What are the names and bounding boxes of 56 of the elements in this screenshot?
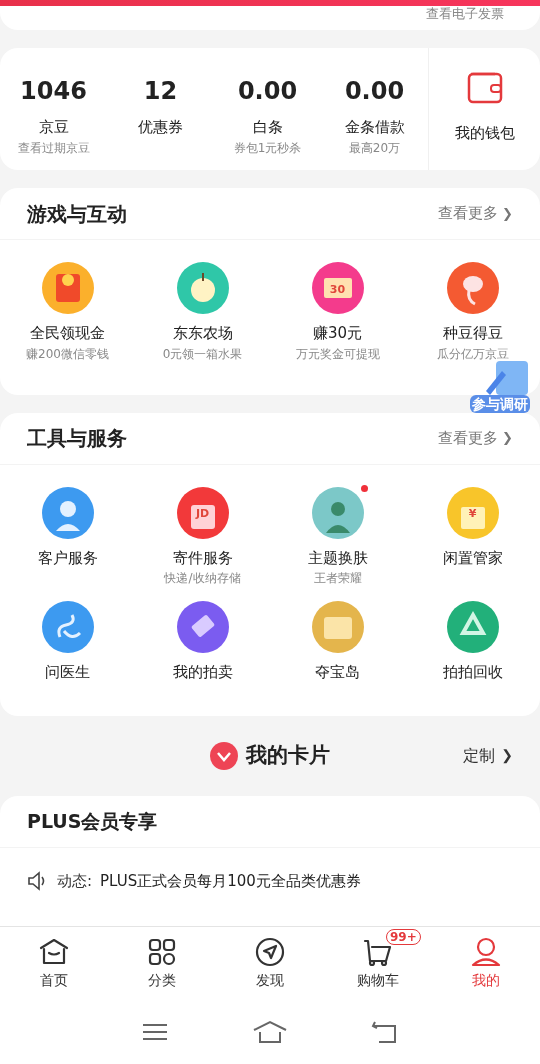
more-link[interactable]: 查看更多 ❯: [438, 202, 513, 225]
plus-title: PLUS会员专享: [27, 808, 158, 834]
item-label[interactable]: 赚30元: [312, 322, 363, 345]
item-label[interactable]: 闲置管家: [442, 546, 503, 569]
item-label[interactable]: 寄件服务: [172, 546, 233, 569]
item-subtitle: 瓜分亿万京豆: [436, 345, 509, 363]
icon-label: 30: [329, 281, 346, 298]
item-label[interactable]: 东东农场: [172, 322, 233, 345]
item-subtitle: 万元奖金可提现: [295, 345, 380, 363]
icon-label: JD: [195, 506, 210, 523]
asset-value[interactable]: 0.00: [344, 76, 405, 106]
asset-value[interactable]: 0.00: [237, 76, 298, 106]
item-label[interactable]: 问医生: [45, 661, 90, 684]
asset-label[interactable]: 白条: [252, 116, 283, 139]
section-title: 工具与服务: [27, 425, 127, 452]
more-link[interactable]: 查看更多 ❯: [438, 426, 513, 450]
asset-label[interactable]: 优惠券: [138, 116, 183, 139]
item-label[interactable]: 夺宝岛: [315, 661, 360, 684]
menu-icon[interactable]: [141, 1021, 170, 1043]
asset-subtitle: 最高20万: [348, 139, 401, 157]
back-icon[interactable]: [370, 1020, 399, 1044]
count-badge: 99+: [386, 929, 421, 945]
cards-title: 我的卡片: [246, 741, 330, 769]
asset-label[interactable]: 金条借款: [344, 116, 405, 139]
home-icon[interactable]: [252, 1020, 288, 1044]
section-title: 游戏与互动: [27, 200, 127, 228]
item-label[interactable]: 客户服务: [37, 546, 98, 569]
compass-icon: [254, 936, 286, 968]
tab[interactable]: 购物车 99+: [324, 927, 432, 1000]
grid-icon: [146, 936, 178, 968]
customize-link[interactable]: 定制 ❯: [463, 743, 513, 768]
asset-label[interactable]: 京豆: [38, 116, 69, 139]
invoice-link[interactable]: 查看电子发票: [426, 6, 504, 22]
tab[interactable]: 发现: [216, 927, 324, 1000]
tab[interactable]: 我的: [432, 927, 540, 1000]
icon-label: ¥: [468, 506, 477, 523]
item-subtitle: 赚200微信零钱: [26, 345, 109, 363]
item-label[interactable]: 全民领现金: [30, 322, 105, 345]
item-label[interactable]: 种豆得豆: [442, 322, 503, 345]
asset-subtitle: 查看过期京豆: [17, 139, 90, 157]
news-text[interactable]: PLUS正式会员每月100元全品类优惠券: [100, 869, 361, 892]
tab[interactable]: 首页: [0, 927, 108, 1000]
asset-value[interactable]: 1046: [20, 76, 87, 106]
wallet-button[interactable]: 我的钱包: [428, 48, 540, 170]
item-subtitle: 王者荣耀: [313, 570, 362, 587]
item-label[interactable]: 拍拍回收: [442, 661, 503, 684]
item-subtitle: 快递/收纳存储: [164, 570, 241, 587]
news-label: 动态:: [57, 870, 93, 892]
asset-subtitle: 券包1元秒杀: [233, 139, 302, 157]
tab[interactable]: 分类: [108, 927, 216, 1000]
item-subtitle: 0元领一箱水果: [162, 345, 243, 363]
user-icon: [470, 936, 502, 968]
asset-value[interactable]: 12: [143, 76, 178, 106]
item-label[interactable]: 主题换肤: [307, 546, 368, 569]
wallet-icon: [466, 70, 503, 104]
item-label[interactable]: 我的拍卖: [172, 661, 233, 684]
